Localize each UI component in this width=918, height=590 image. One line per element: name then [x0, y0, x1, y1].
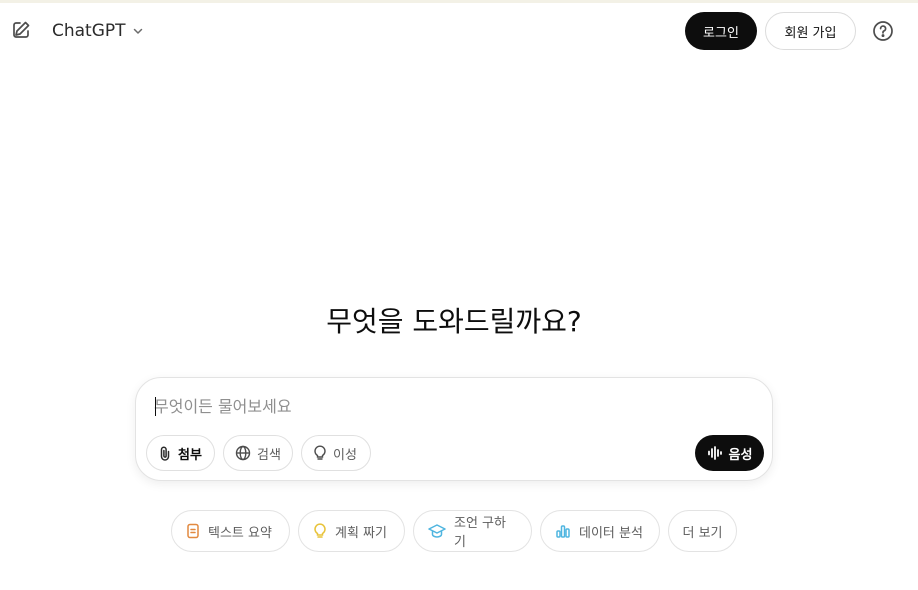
- reason-label: 이성: [333, 447, 357, 463]
- search-label: 검색: [257, 447, 281, 463]
- composer: 첨부 검색 이성 음성: [135, 377, 773, 481]
- search-button[interactable]: 검색: [223, 435, 293, 471]
- text-caret: [155, 397, 156, 416]
- waveform-icon: [707, 446, 723, 460]
- suggestion-label: 데이터 분석: [579, 525, 643, 541]
- suggestion-label: 더 보기: [682, 525, 723, 541]
- help-button[interactable]: [870, 18, 896, 44]
- suggestion-plan[interactable]: 계획 짜기: [298, 510, 405, 552]
- attach-button[interactable]: 첨부: [146, 435, 215, 471]
- graduation-cap-icon: [428, 523, 446, 539]
- suggestion-label: 텍스트 요약: [208, 525, 272, 541]
- suggestion-more[interactable]: 더 보기: [668, 510, 737, 552]
- model-name: ChatGPT: [52, 21, 126, 41]
- help-icon: [872, 20, 894, 42]
- page-title: 무엇을 도와드릴까요?: [326, 305, 582, 338]
- attach-label: 첨부: [178, 447, 202, 463]
- suggestion-label: 계획 짜기: [335, 525, 387, 541]
- paperclip-icon: [158, 445, 172, 461]
- suggestion-summarize[interactable]: 텍스트 요약: [171, 510, 290, 552]
- header: ChatGPT 로그인 회원 가입: [0, 3, 918, 59]
- reason-button[interactable]: 이성: [301, 435, 371, 471]
- suggestion-label: 조언 구하기: [454, 516, 506, 550]
- lightbulb-icon: [313, 523, 327, 539]
- globe-icon: [235, 445, 251, 461]
- lightbulb-icon: [313, 445, 327, 461]
- voice-button[interactable]: 음성: [695, 435, 764, 471]
- edit-icon: [11, 20, 31, 40]
- suggestion-advice[interactable]: 조언 구하기: [413, 510, 532, 552]
- new-chat-button[interactable]: [9, 18, 33, 42]
- prompt-input[interactable]: [154, 392, 714, 420]
- document-icon: [186, 523, 200, 539]
- model-switcher[interactable]: ChatGPT: [44, 15, 152, 47]
- bar-chart-icon: [555, 523, 571, 539]
- suggestion-analyze-data[interactable]: 데이터 분석: [540, 510, 660, 552]
- signup-button[interactable]: 회원 가입: [765, 12, 856, 50]
- voice-label: 음성: [728, 447, 753, 463]
- chevron-down-icon: [132, 25, 144, 37]
- login-button[interactable]: 로그인: [685, 12, 757, 50]
